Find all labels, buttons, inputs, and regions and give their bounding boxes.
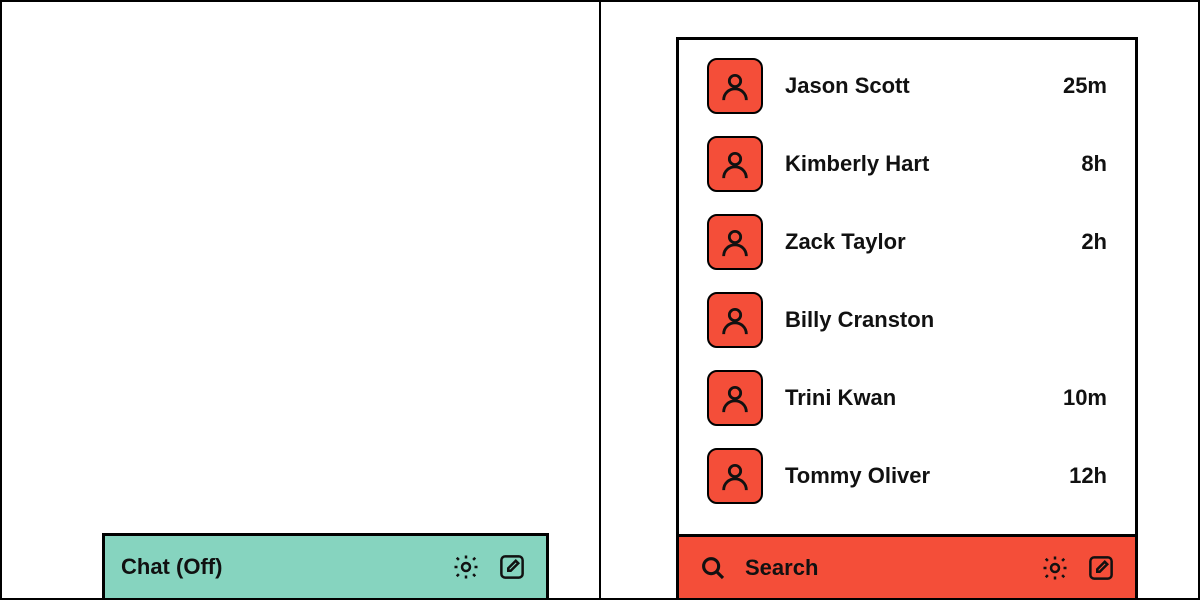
avatar [707, 214, 763, 270]
search-icon[interactable] [695, 550, 731, 586]
panel-chat-expanded: Jason Scott 25m Kimberly Hart 8h Zack Ta… [601, 2, 1198, 598]
contact-time: 10m [1057, 385, 1107, 411]
contact-time: 8h [1057, 151, 1107, 177]
contact-row[interactable]: Jason Scott 25m [707, 58, 1107, 114]
contact-row[interactable]: Tommy Oliver 12h [707, 448, 1107, 504]
contact-name: Billy Cranston [785, 307, 1035, 333]
contact-row[interactable]: Billy Cranston [707, 292, 1107, 348]
avatar [707, 448, 763, 504]
gear-icon[interactable] [1037, 550, 1073, 586]
contact-row[interactable]: Zack Taylor 2h [707, 214, 1107, 270]
contact-time: 12h [1057, 463, 1107, 489]
contact-time: 25m [1057, 73, 1107, 99]
chat-bar-title: Chat (Off) [121, 554, 448, 580]
chat-bar[interactable]: Chat (Off) [102, 533, 549, 598]
avatar [707, 136, 763, 192]
contact-name: Trini Kwan [785, 385, 1035, 411]
contact-row[interactable]: Kimberly Hart 8h [707, 136, 1107, 192]
contact-name: Zack Taylor [785, 229, 1035, 255]
contact-name: Kimberly Hart [785, 151, 1035, 177]
contact-time: 2h [1057, 229, 1107, 255]
contact-name: Tommy Oliver [785, 463, 1035, 489]
compose-icon[interactable] [1083, 550, 1119, 586]
avatar [707, 370, 763, 426]
contact-list: Jason Scott 25m Kimberly Hart 8h Zack Ta… [679, 40, 1135, 534]
panel-chat-collapsed: Chat (Off) [2, 2, 601, 598]
contact-name: Jason Scott [785, 73, 1035, 99]
compose-icon[interactable] [494, 549, 530, 585]
gear-icon[interactable] [448, 549, 484, 585]
avatar [707, 292, 763, 348]
search-bar[interactable]: Search [679, 534, 1135, 598]
search-label: Search [745, 555, 1023, 581]
avatar [707, 58, 763, 114]
contact-row[interactable]: Trini Kwan 10m [707, 370, 1107, 426]
chat-panel: Jason Scott 25m Kimberly Hart 8h Zack Ta… [676, 37, 1138, 598]
